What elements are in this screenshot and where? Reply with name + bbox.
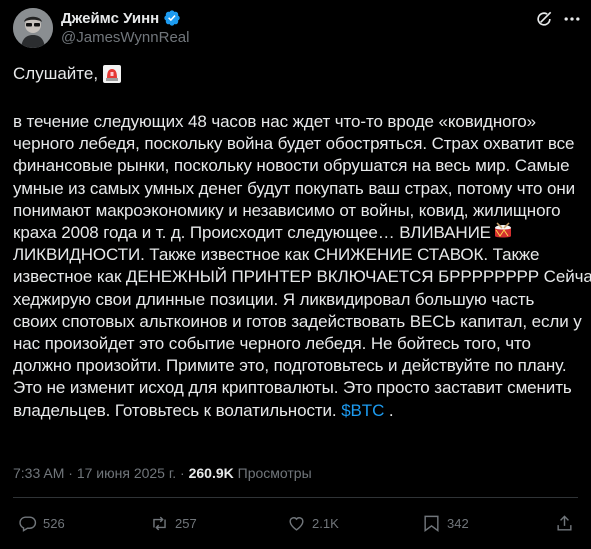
meta-separator: · <box>64 465 77 481</box>
meta-separator: · <box>176 465 189 481</box>
tweet-line: краха 2008 года и т. д. Происходит следу… <box>13 223 491 243</box>
share-icon <box>557 515 572 531</box>
grok-icon[interactable] <box>534 9 554 29</box>
tweet-line: финансовые рынки, поскольку новости обру… <box>13 156 570 176</box>
tweet-date[interactable]: 17 июня 2025 г. <box>77 465 176 481</box>
like-button[interactable]: 2.1K <box>287 514 339 533</box>
views-count: 260.9K <box>188 465 234 481</box>
tweet-greeting: Слушайте, <box>13 64 99 83</box>
repost-button[interactable]: 257 <box>150 514 197 533</box>
tweet-line: должно произойти. Примите это, подготовь… <box>13 356 567 376</box>
like-icon <box>289 517 304 531</box>
tweet-line: известное как ДЕНЕЖНЫЙ ПРИНТЕР ВКЛЮЧАЕТС… <box>13 267 591 287</box>
author-name[interactable]: Джеймс Уинн <box>61 10 159 27</box>
repost-icon <box>153 516 166 531</box>
tweet-line: умные из самых умных денег будут покупат… <box>13 178 576 198</box>
tweet-line: владельцев. Готовьтесь к волатильности. <box>13 400 337 420</box>
end-punctuation: . <box>384 400 394 420</box>
views-icon <box>424 515 439 533</box>
verified-badge-icon <box>164 10 180 26</box>
tweet-line: в течение следующих 48 часов нас ждет чт… <box>13 112 536 131</box>
views-button[interactable]: 342 <box>422 514 469 533</box>
tweet-line: ЛИКВИДНОСТИ. Также известное как СНИЖЕНИ… <box>13 245 540 265</box>
reply-count: 526 <box>43 516 65 531</box>
tweet-line: нас произойдет это событие черного лебед… <box>13 334 531 354</box>
rotating-light-emoji <box>103 65 122 83</box>
more-options-icon[interactable] <box>562 9 582 29</box>
tweet-body: в течение следующих 48 часов нас ждет чт… <box>13 111 591 422</box>
tweet-time[interactable]: 7:33 AM <box>13 465 64 481</box>
tweet-line: черного лебедя, поскольку война будет об… <box>13 134 575 154</box>
divider <box>13 497 578 498</box>
cashtag-link[interactable]: $BTC <box>341 401 384 420</box>
reply-button[interactable]: 526 <box>18 514 65 533</box>
share-button[interactable] <box>555 514 574 533</box>
like-count: 2.1K <box>312 516 339 531</box>
views-label: Просмотры <box>237 465 312 481</box>
bookmark-count: 342 <box>447 516 469 531</box>
author-handle[interactable]: @JamesWynnReal <box>61 29 189 46</box>
tweet-line: Это не изменит исход для криптовалюты. Э… <box>13 378 572 398</box>
tweet-meta: 7:33 AM · 17 июня 2025 г. · 260.9K Просм… <box>13 465 312 481</box>
drum-emoji <box>494 222 511 238</box>
reply-icon <box>19 516 37 532</box>
tweet-line: хеджирую свои длинные позиции. Я ликвиди… <box>13 289 535 309</box>
tweet-line: своих спотовых альткоинов и готов задейс… <box>13 311 582 331</box>
repost-count: 257 <box>175 516 197 531</box>
tweet-line: понимают макроэкономику и независимо от … <box>13 200 561 220</box>
action-bar: 526 257 2.1K 342 <box>0 514 591 536</box>
avatar[interactable] <box>13 8 53 48</box>
